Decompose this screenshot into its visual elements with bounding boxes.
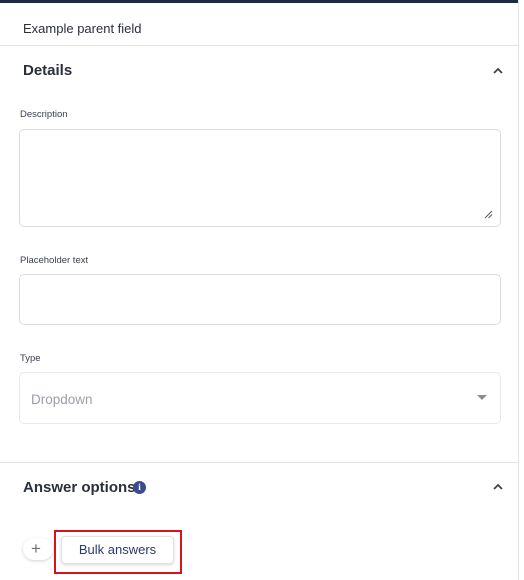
top-accent-bar xyxy=(0,0,518,3)
panel-edge xyxy=(518,0,519,580)
caret-down-icon xyxy=(477,395,487,400)
divider xyxy=(0,45,518,46)
chevron-up-icon[interactable] xyxy=(491,480,505,494)
type-select[interactable]: Dropdown xyxy=(19,372,501,424)
resize-handle-icon[interactable] xyxy=(484,210,493,219)
description-label: Description xyxy=(20,109,68,120)
plus-icon: + xyxy=(31,539,41,558)
placeholder-text-input[interactable] xyxy=(19,274,501,325)
chevron-up-icon[interactable] xyxy=(491,64,505,78)
answer-options-title[interactable]: Answer options xyxy=(23,479,136,496)
bulk-answers-button[interactable]: Bulk answers xyxy=(61,536,174,564)
type-selected-value: Dropdown xyxy=(31,392,93,407)
add-answer-button[interactable]: + xyxy=(23,538,53,560)
details-section-title[interactable]: Details xyxy=(23,62,72,79)
type-label: Type xyxy=(20,353,41,364)
parent-field-label: Example parent field xyxy=(23,21,142,36)
placeholder-text-label: Placeholder text xyxy=(20,255,89,266)
info-icon[interactable]: i xyxy=(133,481,146,494)
divider xyxy=(0,462,518,463)
description-textarea[interactable] xyxy=(19,129,501,227)
